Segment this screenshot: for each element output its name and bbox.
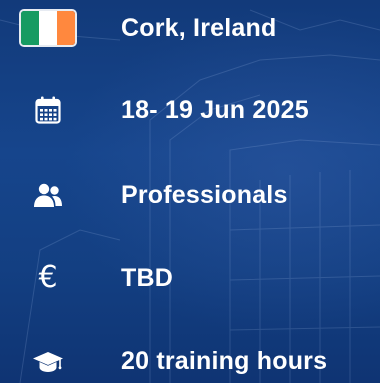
- flag-orange-stripe: [57, 11, 75, 45]
- euro-icon-cell: €: [18, 254, 78, 302]
- price-label: TBD: [121, 263, 173, 292]
- euro-icon: €: [38, 260, 58, 295]
- people-icon-cell: [18, 171, 78, 219]
- calendar-icon-cell: [18, 86, 78, 134]
- audience-label: Professionals: [121, 180, 288, 209]
- flag-icon-cell: [18, 4, 78, 52]
- event-info-panel: Cork, Ireland 18- 19 Jun 2025 Profession…: [0, 0, 380, 383]
- price-row: € TBD: [0, 254, 380, 302]
- location-row: Cork, Ireland: [0, 4, 380, 52]
- graduation-cap-icon-cell: [18, 337, 78, 383]
- calendar-icon: [35, 96, 61, 124]
- training-hours-label: 20 training hours: [121, 346, 328, 375]
- ireland-flag-icon: [21, 11, 75, 45]
- location-label: Cork, Ireland: [121, 13, 277, 42]
- graduation-cap-icon: [33, 352, 63, 372]
- date-label: 18- 19 Jun 2025: [121, 95, 309, 124]
- flag-green-stripe: [21, 11, 39, 45]
- people-icon: [34, 183, 62, 207]
- audience-row: Professionals: [0, 171, 380, 219]
- date-row: 18- 19 Jun 2025: [0, 86, 380, 134]
- training-hours-row: 20 training hours: [0, 337, 380, 383]
- flag-white-stripe: [39, 11, 57, 45]
